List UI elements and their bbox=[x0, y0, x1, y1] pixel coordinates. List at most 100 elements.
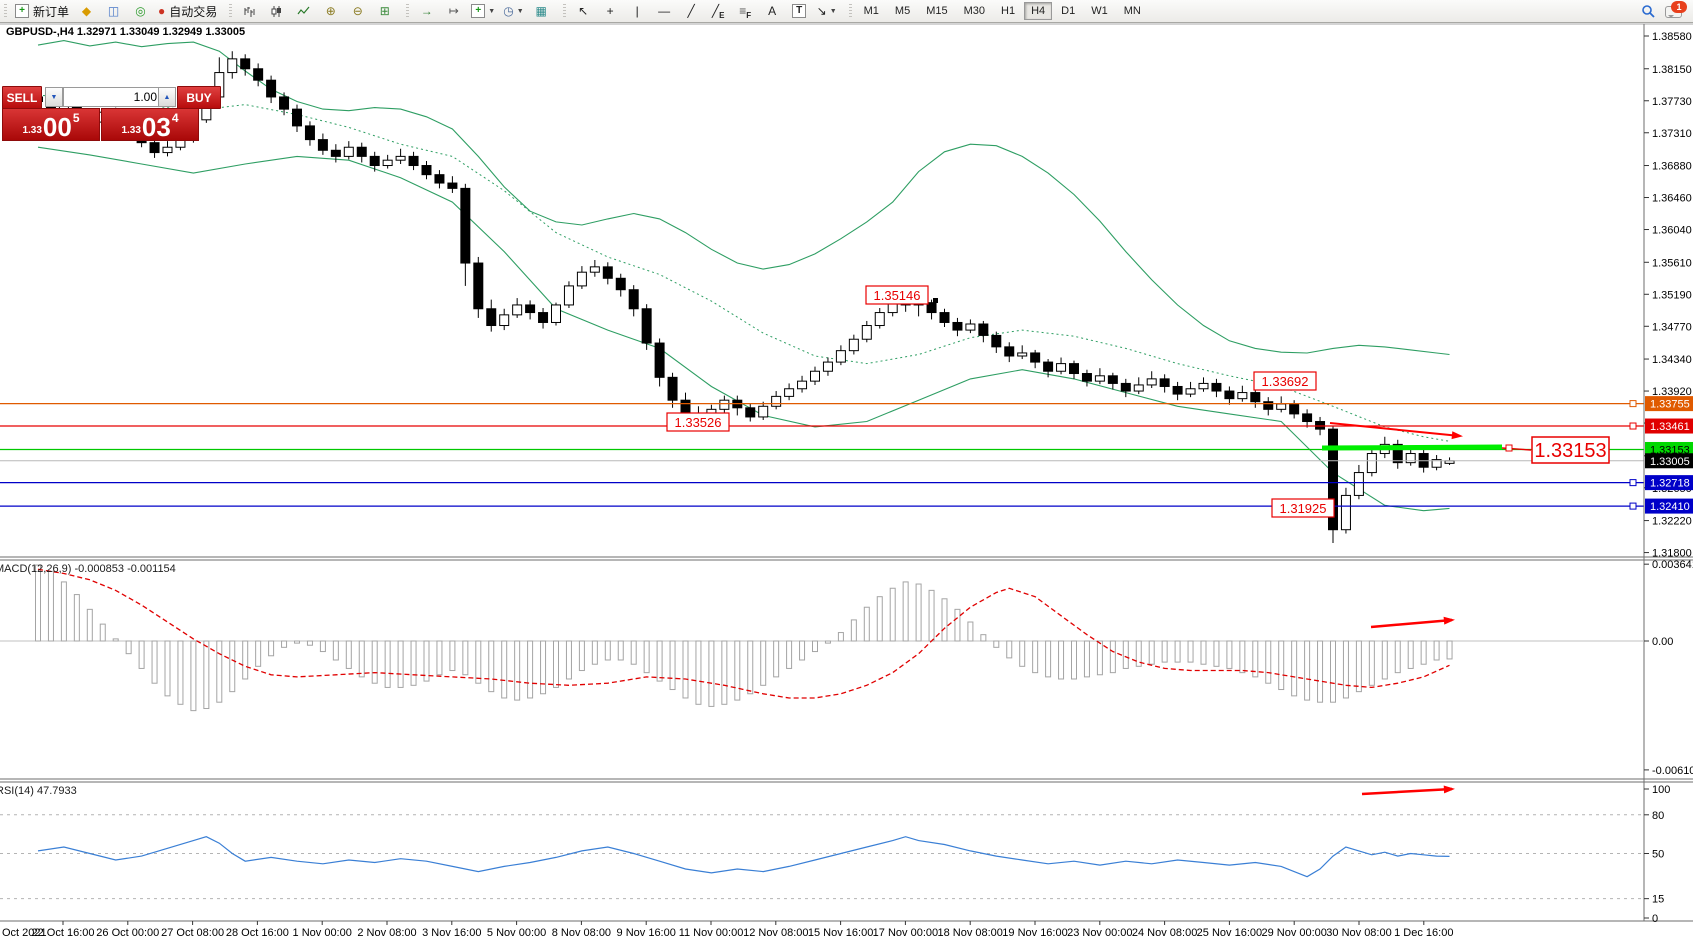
tf-w1[interactable]: W1 bbox=[1084, 2, 1115, 20]
volume-decrease-button[interactable]: ▼ bbox=[45, 87, 63, 107]
text-icon-icon: A bbox=[768, 5, 776, 17]
text-label-icon-icon: T bbox=[792, 4, 806, 18]
panel-borders bbox=[0, 24, 1693, 921]
price-arrow[interactable] bbox=[1330, 423, 1460, 436]
chevron-down-icon: ▼ bbox=[488, 8, 495, 15]
autotrading-button[interactable]: ●自动交易 bbox=[155, 1, 220, 21]
svg-text:1.31925: 1.31925 bbox=[1280, 501, 1327, 516]
vertical-line-icon[interactable]: | bbox=[625, 1, 650, 21]
timeframe-group: M1M5M15M30H1H4D1W1MN bbox=[845, 0, 1153, 22]
horizontal-line-icon[interactable]: — bbox=[652, 1, 677, 21]
rsi-panel: 1008050150 bbox=[0, 784, 1670, 925]
svg-text:28 Oct 16:00: 28 Oct 16:00 bbox=[226, 927, 289, 939]
tf-h1[interactable]: H1 bbox=[994, 2, 1022, 20]
sell-price-big: 00 bbox=[43, 115, 72, 139]
price-axis[interactable]: 1.385801.381501.377301.373101.368801.364… bbox=[1644, 31, 1693, 560]
chart-shift-icon[interactable]: ↦ bbox=[441, 1, 466, 21]
text-label-icon[interactable]: T bbox=[787, 1, 812, 21]
level-handle[interactable] bbox=[1630, 423, 1636, 429]
cursor-icon-icon: ↖ bbox=[578, 5, 588, 17]
text-icon[interactable]: A bbox=[760, 1, 785, 21]
tf-m1[interactable]: M1 bbox=[857, 2, 886, 20]
candlestick-chart-icon[interactable] bbox=[264, 1, 289, 21]
svg-text:0.00: 0.00 bbox=[1652, 636, 1673, 648]
bar-chart-icon[interactable] bbox=[237, 1, 262, 21]
svg-text:0.003641: 0.003641 bbox=[1652, 559, 1693, 571]
zoom-in-icon[interactable]: ⊕ bbox=[318, 1, 343, 21]
svg-text:1.35146: 1.35146 bbox=[874, 288, 921, 303]
svg-text:80: 80 bbox=[1652, 810, 1664, 822]
templates-icon-icon: ◆ bbox=[82, 5, 91, 17]
buy-price-button[interactable]: 1.33 03 4 bbox=[101, 108, 199, 141]
zoom-in-icon-icon: ⊕ bbox=[326, 5, 336, 17]
svg-text:1.33755: 1.33755 bbox=[1650, 399, 1690, 411]
sell-price-button[interactable]: 1.33 00 5 bbox=[2, 108, 100, 141]
sell-price-prefix: 1.33 bbox=[22, 125, 41, 136]
tf-mn[interactable]: MN bbox=[1117, 2, 1148, 20]
svg-text:1.38580: 1.38580 bbox=[1652, 31, 1692, 43]
svg-text:8 Nov 08:00: 8 Nov 08:00 bbox=[552, 927, 611, 939]
volume-input[interactable]: 1.00 bbox=[63, 87, 162, 107]
tf-d1[interactable]: D1 bbox=[1054, 2, 1082, 20]
trendline-icon[interactable]: ╱ bbox=[679, 1, 704, 21]
thick-green-trendline[interactable] bbox=[1322, 447, 1502, 448]
auto-scroll-icon[interactable]: → bbox=[414, 1, 439, 21]
notifications-button[interactable]: 1 bbox=[1665, 3, 1685, 19]
svg-text:25 Nov 16:00: 25 Nov 16:00 bbox=[1197, 927, 1262, 939]
crosshair-icon-icon: + bbox=[607, 5, 614, 17]
macd-panel: 0.0036410.00-0.006109 bbox=[0, 559, 1693, 777]
fibonacci-icon[interactable]: ≡F bbox=[733, 1, 758, 21]
cursor-icon[interactable]: ↖ bbox=[571, 1, 596, 21]
rsi-arrow[interactable] bbox=[1362, 789, 1452, 794]
profiles-icon[interactable]: ◫ bbox=[101, 1, 126, 21]
svg-text:22 Oct 16:00: 22 Oct 16:00 bbox=[32, 927, 95, 939]
svg-text:23 Nov 00:00: 23 Nov 00:00 bbox=[1067, 927, 1132, 939]
periods-dropdown[interactable]: ◷▼ bbox=[500, 1, 526, 21]
new-chart-dropdown[interactable]: +▼ bbox=[468, 1, 498, 21]
tf-m15[interactable]: M15 bbox=[919, 2, 954, 20]
signals-icon[interactable]: ◎ bbox=[128, 1, 153, 21]
svg-text:30 Nov 08:00: 30 Nov 08:00 bbox=[1326, 927, 1391, 939]
annotations[interactable] bbox=[1322, 423, 1531, 794]
new-order-button[interactable]: +新订单 bbox=[12, 1, 72, 21]
chevron-up-icon: ▲ bbox=[164, 94, 171, 101]
signals-icon-icon: ◎ bbox=[135, 5, 145, 17]
symbol-ohlc-line: GBPUSD-,H4 1.32971 1.33049 1.32949 1.330… bbox=[6, 26, 245, 38]
templates-dropdown[interactable]: ▦ bbox=[529, 1, 554, 21]
svg-text:1.33461: 1.33461 bbox=[1650, 421, 1690, 433]
tf-h4[interactable]: H4 bbox=[1024, 2, 1052, 20]
tf-m5[interactable]: M5 bbox=[888, 2, 917, 20]
macd-arrow[interactable] bbox=[1371, 620, 1452, 627]
time-axis[interactable]: Oct 202122 Oct 16:0026 Oct 00:0027 Oct 0… bbox=[2, 921, 1453, 939]
buy-button[interactable]: BUY bbox=[177, 86, 221, 109]
zoom-out-icon[interactable]: ⊖ bbox=[345, 1, 370, 21]
level-handle[interactable] bbox=[1630, 401, 1636, 407]
sell-button[interactable]: SELL bbox=[2, 86, 42, 109]
zoom-out-icon-icon: ⊖ bbox=[353, 5, 363, 17]
svg-text:2 Nov 08:00: 2 Nov 08:00 bbox=[357, 927, 416, 939]
svg-text:15 Nov 16:00: 15 Nov 16:00 bbox=[808, 927, 873, 939]
arrows-dropdown[interactable]: ↘▼ bbox=[814, 1, 840, 21]
tf-m30[interactable]: M30 bbox=[957, 2, 992, 20]
tile-windows-icon[interactable]: ⊞ bbox=[372, 1, 397, 21]
search-icon bbox=[1641, 4, 1655, 18]
level-handle[interactable] bbox=[1630, 503, 1636, 509]
periods-icon: ◷ bbox=[503, 5, 513, 17]
trendline-icon-icon: ╱ bbox=[688, 5, 695, 17]
svg-text:1.31800: 1.31800 bbox=[1652, 548, 1692, 560]
level-handle[interactable] bbox=[1630, 480, 1636, 486]
search-button[interactable] bbox=[1639, 2, 1657, 20]
templates-icon[interactable]: ◆ bbox=[74, 1, 99, 21]
svg-text:17 Nov 00:00: 17 Nov 00:00 bbox=[873, 927, 938, 939]
buy-price-prefix: 1.33 bbox=[121, 125, 140, 136]
chart-canvas[interactable]: 1.385801.381501.377301.373101.368801.364… bbox=[0, 0, 1693, 945]
svg-text:0: 0 bbox=[1652, 913, 1658, 925]
svg-text:27 Oct 08:00: 27 Oct 08:00 bbox=[161, 927, 224, 939]
line-chart-icon[interactable] bbox=[291, 1, 316, 21]
chevron-down-icon: ▼ bbox=[517, 8, 524, 15]
volume-increase-button[interactable]: ▲ bbox=[158, 87, 176, 107]
svg-text:1.37310: 1.37310 bbox=[1652, 128, 1692, 140]
crosshair-icon[interactable]: + bbox=[598, 1, 623, 21]
equidistant-channel-icon[interactable]: ╱E bbox=[706, 1, 731, 21]
equidistant-channel-icon-icon: ╱ bbox=[712, 5, 719, 17]
